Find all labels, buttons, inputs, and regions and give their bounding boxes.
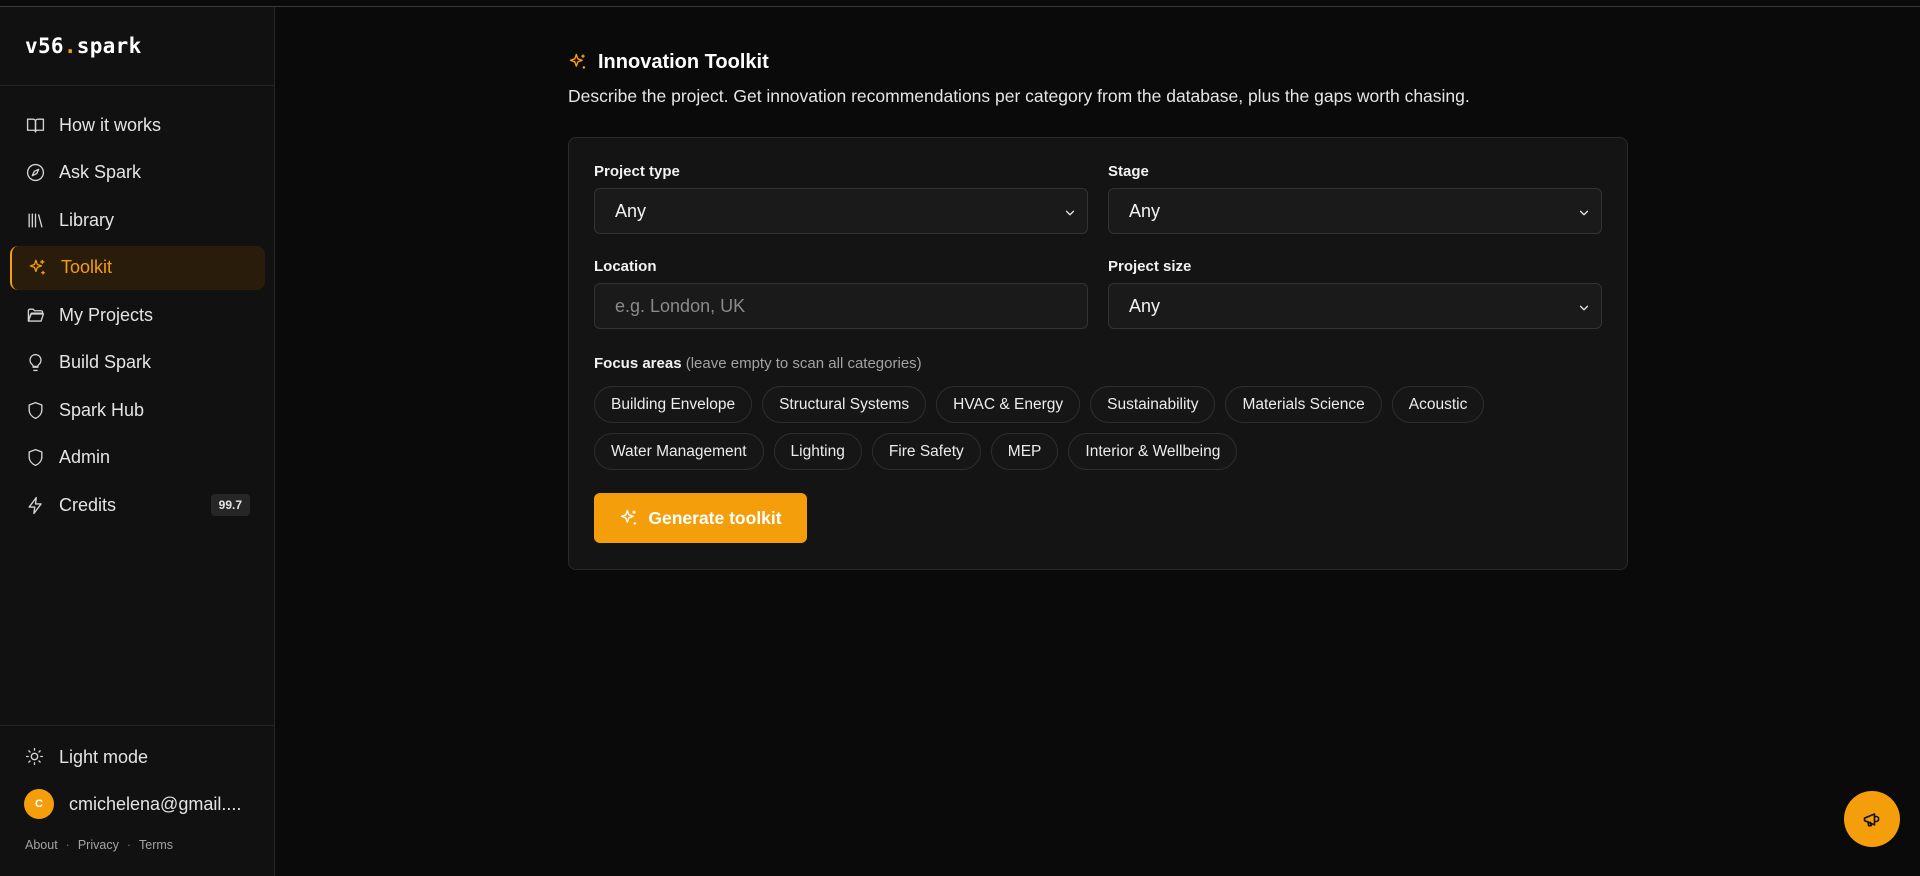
sparkles-icon [621, 509, 637, 525]
folder-icon [25, 305, 45, 325]
book-icon [25, 115, 45, 135]
privacy-link[interactable]: Privacy [78, 838, 119, 852]
chip-sustainability[interactable]: Sustainability [1090, 386, 1216, 423]
project-size-field: Project size Any [1108, 258, 1602, 329]
project-size-select[interactable]: Any [1108, 283, 1602, 329]
sidebar-item-label: Library [59, 209, 115, 230]
sidebar-item-label: Toolkit [61, 257, 113, 277]
location-field: Location e.g. London, UK [594, 258, 1088, 329]
sidebar-item-build-spark[interactable]: Build Spark [10, 341, 265, 385]
sidebar-footer: Light mode C cmichelena@gmail.... About … [0, 725, 275, 852]
footer-separator: · [126, 838, 131, 852]
project-size-value: Any [1129, 295, 1161, 316]
sparkles-icon [569, 53, 586, 69]
chip-materials-science[interactable]: Materials Science [1225, 386, 1382, 423]
sidebar-item-label: Spark Hub [59, 399, 145, 420]
zap-icon [25, 495, 45, 515]
sidebar-item-ask-spark[interactable]: Ask Spark [10, 151, 265, 195]
focus-areas-label: Focus areas (leave empty to scan all cat… [594, 355, 922, 372]
project-type-select[interactable]: Any [594, 188, 1088, 234]
feedback-button[interactable] [1844, 791, 1900, 847]
sidebar-nav: How it works Ask Spark Library Toolkit M… [0, 103, 275, 531]
generate-toolkit-label: Generate toolkit [648, 507, 782, 528]
lightbulb-icon [25, 353, 45, 373]
sidebar-item-my-projects[interactable]: My Projects [10, 293, 265, 337]
avatar: C [24, 789, 54, 819]
chip-lighting[interactable]: Lighting [773, 433, 862, 470]
page-subtitle: Describe the project. Get innovation rec… [568, 86, 1470, 106]
focus-areas-hint: (leave empty to scan all categories) [685, 355, 922, 372]
project-type-field: Project type Any [594, 163, 1088, 234]
top-border [0, 0, 1920, 7]
project-size-label: Project size [1108, 258, 1192, 275]
project-type-label: Project type [594, 163, 680, 180]
sidebar-item-label: Build Spark [59, 352, 152, 372]
sidebar: v56.spark How it works Ask Spark Library… [0, 7, 275, 876]
stage-select[interactable]: Any [1108, 188, 1602, 234]
chip-fire-safety[interactable]: Fire Safety [871, 433, 981, 470]
project-type-value: Any [615, 200, 647, 221]
chip-structural-systems[interactable]: Structural Systems [762, 386, 927, 423]
sidebar-item-how-it-works[interactable]: How it works [10, 103, 265, 147]
stage-label: Stage [1108, 163, 1149, 180]
footer-separator: · [65, 838, 70, 852]
page-title: Innovation Toolkit [598, 50, 769, 73]
chevron-down-icon [1577, 299, 1591, 313]
terms-link[interactable]: Terms [139, 838, 173, 852]
focus-area-chips: Building Envelope Structural Systems HVA… [594, 386, 1604, 480]
user-menu[interactable]: C cmichelena@gmail.... [14, 784, 265, 824]
chevron-down-icon [1577, 204, 1591, 218]
chip-row: Water Management Lighting Fire Safety ME… [594, 433, 1604, 470]
page-header: Innovation Toolkit [568, 48, 1628, 76]
chip-interior-wellbeing[interactable]: Interior & Wellbeing [1068, 433, 1238, 470]
sidebar-item-label: Ask Spark [59, 162, 142, 182]
chip-mep[interactable]: MEP [990, 433, 1059, 470]
megaphone-icon [1863, 813, 1880, 827]
stage-field: Stage Any [1108, 163, 1602, 234]
chip-building-envelope[interactable]: Building Envelope [594, 386, 753, 423]
sidebar-item-credits[interactable]: Credits 99.7 [10, 483, 265, 527]
credits-badge: 99.7 [210, 494, 250, 516]
chip-row: Building Envelope Structural Systems HVA… [594, 386, 1604, 423]
shield-icon [25, 400, 45, 420]
sidebar-item-label: How it works [59, 114, 162, 135]
location-label: Location [594, 258, 657, 275]
sidebar-item-label: My Projects [59, 304, 154, 325]
chip-water-management[interactable]: Water Management [594, 433, 764, 470]
brand-suffix: spark [76, 34, 142, 58]
chevron-down-icon [1063, 204, 1077, 218]
sidebar-item-label: Admin [59, 447, 111, 467]
light-mode-label: Light mode [59, 746, 149, 767]
brand-dot: . [63, 34, 77, 58]
sun-icon [25, 747, 45, 767]
chip-hvac-energy[interactable]: HVAC & Energy [936, 386, 1081, 423]
brand-logo[interactable]: v56.spark [0, 7, 274, 86]
sparkles-icon [27, 258, 47, 278]
shield-icon [25, 448, 45, 468]
compass-icon [25, 163, 45, 183]
footer-links: About · Privacy · Terms [25, 838, 275, 852]
sidebar-item-admin[interactable]: Admin [10, 436, 265, 480]
about-link[interactable]: About [25, 838, 58, 852]
focus-areas-title: Focus areas [594, 355, 682, 372]
stage-value: Any [1129, 200, 1161, 221]
sidebar-item-label: Credits [59, 494, 117, 515]
user-email: cmichelena@gmail.... [69, 793, 242, 814]
main-content: Innovation Toolkit Describe the project.… [568, 48, 1628, 570]
generate-toolkit-button[interactable]: Generate toolkit [594, 493, 807, 543]
light-mode-toggle[interactable]: Light mode [10, 735, 265, 779]
sidebar-item-spark-hub[interactable]: Spark Hub [10, 388, 265, 432]
library-icon [25, 210, 45, 230]
chip-acoustic[interactable]: Acoustic [1391, 386, 1485, 423]
sidebar-item-library[interactable]: Library [10, 198, 265, 242]
location-placeholder: e.g. London, UK [615, 295, 746, 316]
toolkit-form-card: Project type Any Stage Any Location e.g.… [568, 137, 1628, 570]
sidebar-item-toolkit[interactable]: Toolkit [10, 245, 265, 290]
brand-prefix: v56 [25, 34, 64, 58]
location-input[interactable]: e.g. London, UK [594, 283, 1088, 329]
